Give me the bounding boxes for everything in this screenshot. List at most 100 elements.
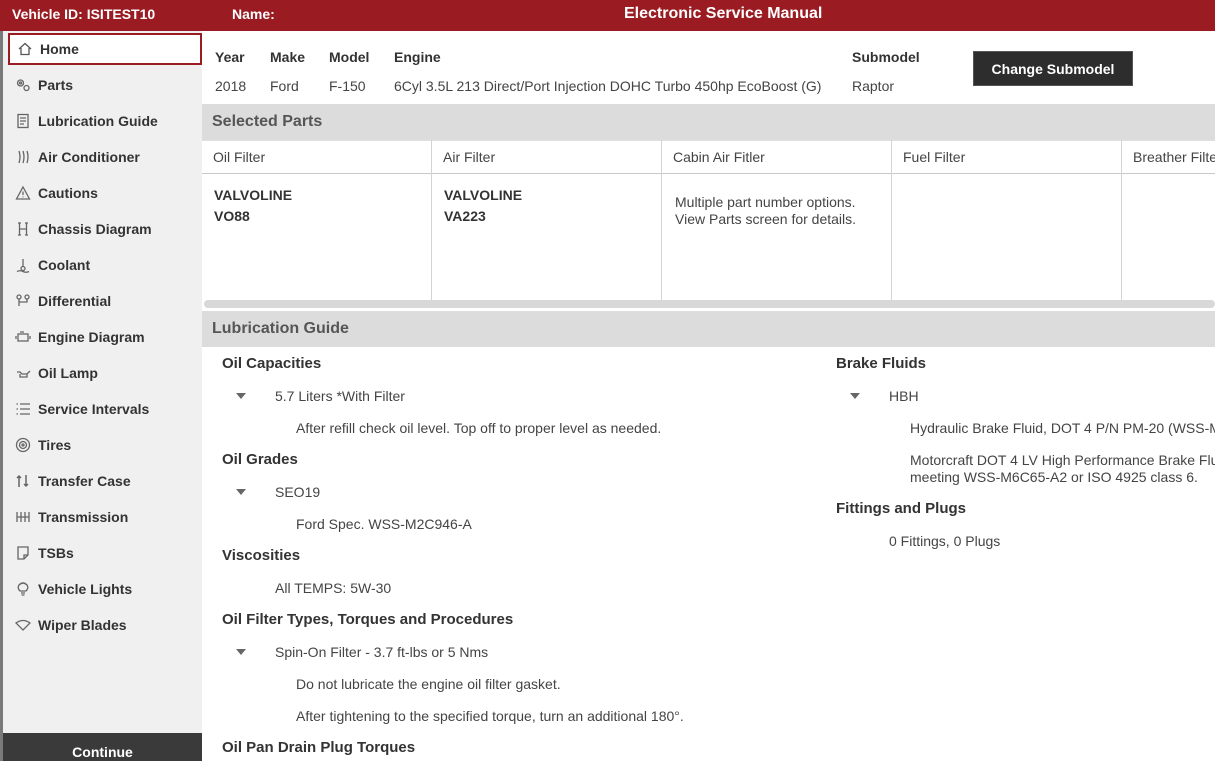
sidebar-item-differential[interactable]: Differential: [8, 285, 202, 317]
part-column-cabin-air-filter[interactable]: Cabin Air Fitler Multiple part number op…: [662, 140, 892, 300]
sidebar-item-tires[interactable]: Tires: [8, 429, 202, 461]
part-brand: VALVOLINE: [444, 187, 523, 203]
submodel-header: Submodel: [852, 49, 920, 65]
sidebar-item-label: Transfer Case: [38, 473, 131, 489]
oil-capacity-item: 5.7 Liters *With Filter: [275, 388, 405, 404]
parts-horizontal-scrollbar[interactable]: [204, 300, 1215, 308]
book-icon: [10, 113, 36, 129]
brake-fluids-heading: Brake Fluids: [836, 355, 927, 372]
sidebar-item-oil-lamp[interactable]: Oil Lamp: [8, 357, 202, 389]
part-number: VO88: [214, 208, 250, 224]
viscosity-item: All TEMPS: 5W-30: [275, 580, 392, 596]
part-column-breather-filter[interactable]: Breather Filter: [1122, 140, 1215, 300]
air-flow-icon: [10, 149, 36, 165]
sidebar: Home Parts Lubrication Guide Air Conditi…: [0, 31, 202, 761]
gears-icon: [10, 77, 36, 93]
change-submodel-button[interactable]: Change Submodel: [973, 51, 1133, 86]
caret-down-icon[interactable]: [236, 649, 246, 655]
year-value: 2018: [215, 78, 247, 94]
part-column-oil-filter[interactable]: Oil Filter VALVOLINE VO88: [202, 140, 432, 300]
sidebar-item-cautions[interactable]: Cautions: [8, 177, 202, 209]
caret-down-icon[interactable]: [236, 393, 246, 399]
oil-filter-type-item: Spin-On Filter - 3.7 ft-lbs or 5 Nms: [275, 644, 489, 660]
part-column-header: Cabin Air Fitler: [662, 140, 891, 174]
part-number: VA223: [444, 208, 486, 224]
part-column-fuel-filter[interactable]: Fuel Filter: [892, 140, 1122, 300]
document-icon: [10, 545, 36, 561]
sidebar-item-transmission[interactable]: Transmission: [8, 501, 202, 533]
oil-grade-item: SEO19: [275, 484, 321, 500]
make-header: Make: [270, 49, 306, 65]
brake-fluid-detail-2: Motorcraft DOT 4 LV High Performance Bra…: [910, 452, 1215, 468]
sidebar-item-coolant[interactable]: Coolant: [8, 249, 202, 281]
engine-value: 6Cyl 3.5L 213 Direct/Port Injection DOHC…: [394, 78, 822, 94]
sidebar-item-home[interactable]: Home: [8, 33, 202, 65]
sidebar-item-label: Parts: [38, 77, 74, 93]
app-title: Electronic Service Manual: [624, 5, 823, 22]
fittings-plugs-heading: Fittings and Plugs: [836, 500, 966, 517]
sidebar-item-lubrication-guide[interactable]: Lubrication Guide: [8, 105, 202, 137]
lubrication-guide-panel: Oil Capacities 5.7 Liters *With Filter A…: [202, 347, 1215, 761]
sidebar-item-wiper-blades[interactable]: Wiper Blades: [8, 609, 202, 641]
part-column-header: Oil Filter: [202, 140, 431, 174]
oil-pan-drain-plug-heading: Oil Pan Drain Plug Torques: [222, 739, 416, 756]
part-column-air-filter[interactable]: Air Filter VALVOLINE VA223: [432, 140, 662, 300]
sidebar-item-parts[interactable]: Parts: [8, 69, 202, 101]
sidebar-item-service-intervals[interactable]: Service Intervals: [8, 393, 202, 425]
top-header-bar: Vehicle ID: ISITEST10 Name: Electronic S…: [0, 0, 1215, 31]
fittings-plugs-item: 0 Fittings, 0 Plugs: [889, 533, 1001, 549]
vehicle-info-panel: Year 2018 Make Ford Model F-150 Engine 6…: [202, 31, 1215, 104]
oil-can-icon: [10, 365, 36, 381]
model-header: Model: [329, 49, 370, 65]
sidebar-item-label: Differential: [38, 293, 112, 309]
bulb-icon: [10, 581, 36, 597]
oil-filter-types-heading: Oil Filter Types, Torques and Procedures: [222, 611, 514, 628]
gear-shift-icon: [10, 509, 36, 525]
oil-filter-detail-1: Do not lubricate the engine oil filter g…: [296, 676, 561, 692]
part-note-detail: View Parts screen for details.: [675, 211, 857, 227]
part-column-header: Air Filter: [432, 140, 661, 174]
brake-fluid-item: HBH: [889, 388, 919, 404]
submodel-value: Raptor: [852, 78, 895, 94]
part-note: Multiple part number options.: [675, 194, 856, 210]
sidebar-item-label: Cautions: [38, 185, 98, 201]
sidebar-item-label: Vehicle Lights: [38, 581, 133, 597]
sidebar-item-label: Wiper Blades: [38, 617, 127, 633]
list-icon: [10, 401, 36, 417]
sidebar-item-vehicle-lights[interactable]: Vehicle Lights: [8, 573, 202, 605]
selected-parts-title: Selected Parts: [202, 104, 1215, 140]
sidebar-item-label: Engine Diagram: [38, 329, 145, 345]
transfer-icon: [10, 473, 36, 489]
oil-grade-detail: Ford Spec. WSS-M2C946-A: [296, 516, 472, 532]
sidebar-item-label: Home: [40, 41, 79, 57]
name-label: Name:: [232, 6, 275, 22]
thermometer-icon: [10, 257, 36, 273]
tire-icon: [10, 437, 36, 453]
part-column-header: Breather Filter: [1122, 140, 1215, 174]
selected-parts-table: Oil Filter VALVOLINE VO88 Air Filter VAL…: [202, 140, 1215, 300]
engine-icon: [10, 329, 36, 345]
continue-button[interactable]: Continue: [3, 733, 202, 761]
sidebar-item-label: Service Intervals: [38, 401, 150, 417]
main-content: Year 2018 Make Ford Model F-150 Engine 6…: [202, 31, 1215, 761]
oil-capacity-detail: After refill check oil level. Top off to…: [296, 420, 662, 436]
sidebar-item-label: Coolant: [38, 257, 91, 273]
sidebar-item-label: TSBs: [38, 545, 74, 561]
sidebar-item-tsbs[interactable]: TSBs: [8, 537, 202, 569]
sidebar-item-label: Air Conditioner: [38, 149, 140, 165]
model-value: F-150: [329, 78, 366, 94]
chassis-icon: [10, 221, 36, 237]
sidebar-item-engine-diagram[interactable]: Engine Diagram: [8, 321, 202, 353]
lubrication-guide-title: Lubrication Guide: [202, 311, 1215, 347]
home-icon: [12, 41, 38, 57]
wiper-icon: [10, 617, 36, 633]
oil-capacities-heading: Oil Capacities: [222, 355, 322, 372]
sidebar-item-label: Oil Lamp: [38, 365, 98, 381]
engine-header: Engine: [394, 49, 441, 65]
sidebar-item-transfer-case[interactable]: Transfer Case: [8, 465, 202, 497]
sidebar-item-air-conditioner[interactable]: Air Conditioner: [8, 141, 202, 173]
sidebar-item-chassis-diagram[interactable]: Chassis Diagram: [8, 213, 202, 245]
caret-down-icon[interactable]: [236, 489, 246, 495]
caret-down-icon[interactable]: [850, 393, 860, 399]
sidebar-item-label: Tires: [38, 437, 72, 453]
